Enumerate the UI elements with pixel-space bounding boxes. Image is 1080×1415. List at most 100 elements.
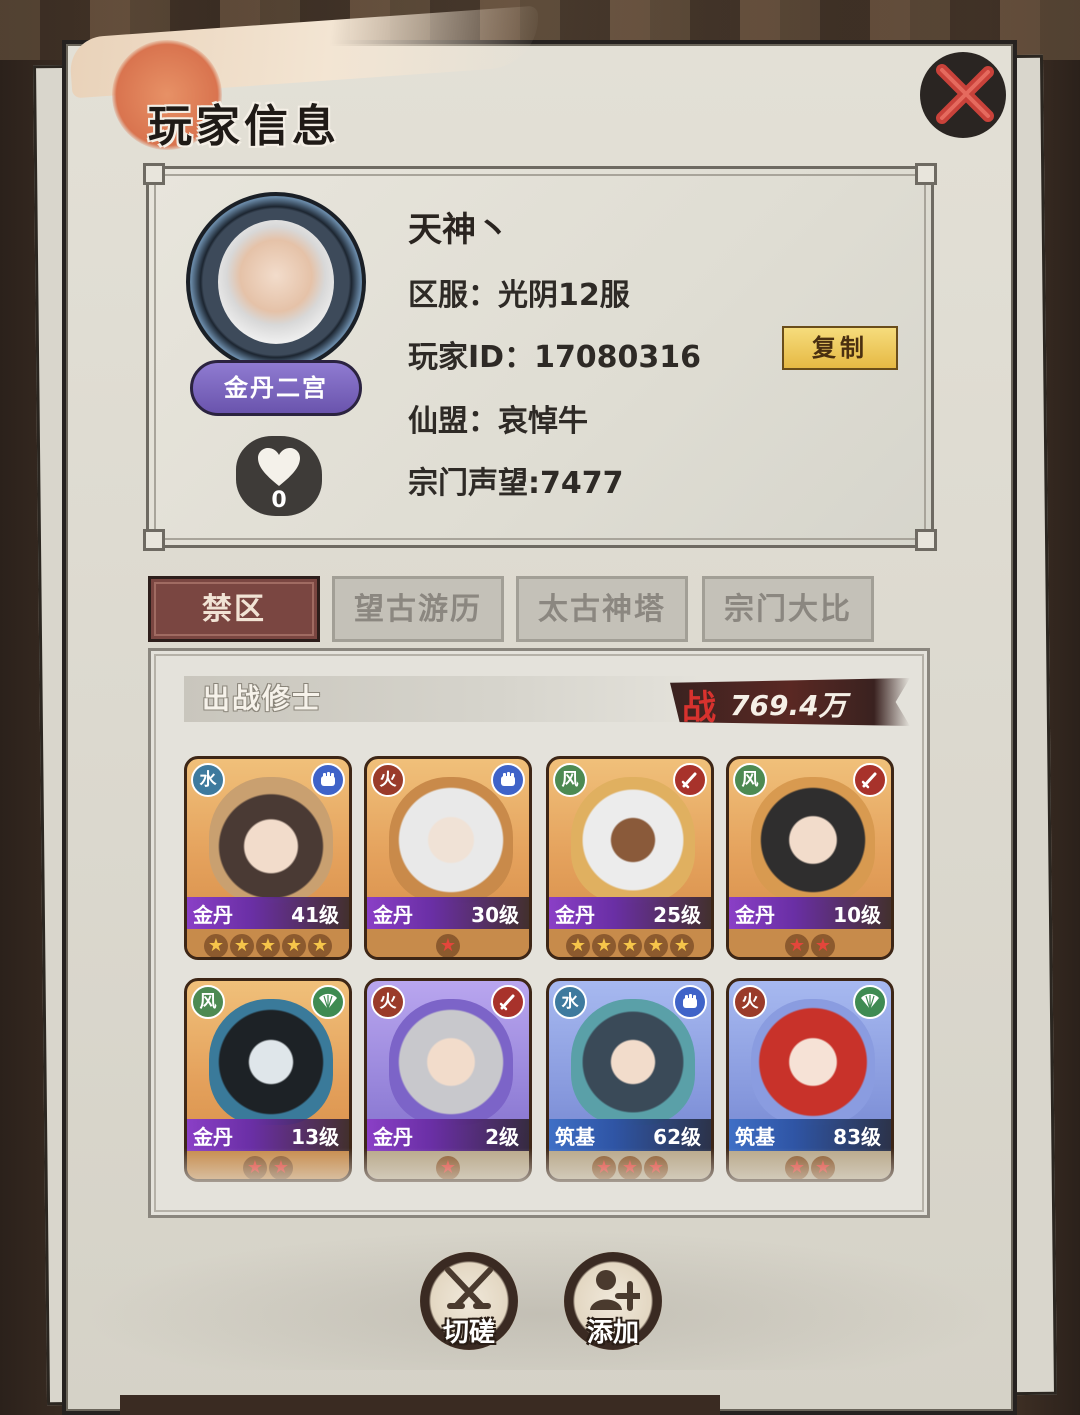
tab-sect-contest[interactable]: 宗门大比	[702, 576, 874, 642]
avatar-portrait	[218, 220, 334, 344]
hero-portrait	[389, 999, 513, 1125]
hero-stars	[549, 929, 711, 957]
add-friend-button[interactable]: 添加	[564, 1252, 662, 1350]
sect-reputation: 宗门声望:7477	[408, 466, 624, 501]
element-badge: 风	[553, 763, 587, 797]
star-icon	[592, 934, 616, 957]
hero-realm: 筑基	[555, 1125, 595, 1149]
close-icon	[936, 64, 994, 124]
sword-icon	[853, 763, 887, 797]
star-icon	[644, 934, 668, 957]
hero-info-bar: 筑基 62级	[549, 1119, 711, 1151]
star-icon	[618, 934, 642, 957]
hero-level: 83级	[833, 1125, 881, 1149]
combat-power-badge: 战 769.4万	[670, 678, 910, 726]
player-id: 玩家ID：17080316	[408, 340, 702, 375]
hero-card[interactable]: 火金丹 30级	[364, 756, 532, 960]
star-icon	[811, 934, 835, 957]
sword-icon	[673, 763, 707, 797]
hero-portrait	[571, 777, 695, 903]
star-icon	[785, 934, 809, 957]
hero-realm: 金丹	[373, 903, 413, 927]
tab-forbidden-zone[interactable]: 禁区	[148, 576, 320, 642]
rank-badge: 金丹二宫	[190, 360, 362, 416]
hero-portrait	[389, 777, 513, 903]
hero-level: 30级	[471, 903, 519, 927]
hero-realm: 金丹	[735, 903, 775, 927]
alliance-info: 仙盟：哀悼牛	[408, 404, 588, 439]
hero-level: 13级	[291, 1125, 339, 1149]
fist-icon	[673, 985, 707, 1019]
hero-info-bar: 金丹 41级	[187, 897, 349, 929]
ink-wash-decoration	[80, 1230, 1000, 1370]
avatar[interactable]	[186, 192, 366, 372]
hero-portrait	[209, 777, 333, 903]
hero-level: 25级	[653, 903, 701, 927]
element-badge: 水	[553, 985, 587, 1019]
hero-realm: 筑基	[735, 1125, 775, 1149]
hero-realm: 金丹	[193, 903, 233, 927]
hero-info-bar: 筑基 83级	[729, 1119, 891, 1151]
star-icon	[566, 934, 590, 957]
hero-level: 2级	[485, 1125, 519, 1149]
hero-card[interactable]: 风金丹 10级	[726, 756, 894, 960]
star-icon	[256, 934, 280, 957]
star-icon	[308, 934, 332, 957]
hero-level: 41级	[291, 903, 339, 927]
page-title: 玩家信息	[148, 101, 340, 152]
section-header: 出战修士	[184, 676, 704, 722]
star-icon	[282, 934, 306, 957]
hero-info-bar: 金丹 2级	[367, 1119, 529, 1151]
hero-realm: 金丹	[193, 1125, 233, 1149]
hero-card[interactable]: 风金丹 25级	[546, 756, 714, 960]
bottom-banner	[120, 1395, 720, 1415]
tab-ancient-tower[interactable]: 太古神塔	[516, 576, 688, 642]
panel-corner	[915, 163, 937, 185]
server-info: 区服：光阴12服	[408, 278, 630, 313]
hero-realm: 金丹	[555, 903, 595, 927]
sword-icon	[491, 985, 525, 1019]
hero-stars	[729, 929, 891, 957]
hero-level: 62级	[653, 1125, 701, 1149]
hero-info-bar: 金丹 10级	[729, 897, 891, 929]
hero-level: 10级	[833, 903, 881, 927]
panel-corner	[143, 163, 165, 185]
element-badge: 风	[191, 985, 225, 1019]
hero-realm: 金丹	[373, 1125, 413, 1149]
element-badge: 水	[191, 763, 225, 797]
hero-info-bar: 金丹 13级	[187, 1119, 349, 1151]
hero-stars	[367, 929, 529, 957]
hero-info-bar: 金丹 25级	[549, 897, 711, 929]
hero-stars	[187, 929, 349, 957]
panel-corner	[143, 529, 165, 551]
heart-icon	[258, 448, 300, 486]
combat-power-value: 769.4万	[730, 689, 847, 722]
element-badge: 火	[733, 985, 767, 1019]
element-badge: 风	[733, 763, 767, 797]
spar-button[interactable]: 切磋	[420, 1252, 518, 1350]
fan-icon	[853, 985, 887, 1019]
star-icon	[670, 934, 694, 957]
fist-icon	[491, 763, 525, 797]
tab-ancient-travel[interactable]: 望古游历	[332, 576, 504, 642]
star-icon	[436, 934, 460, 957]
hero-portrait	[751, 999, 875, 1125]
like-count: 0	[271, 488, 287, 513]
crossed-swords-icon	[445, 1267, 493, 1309]
spar-label: 切磋	[442, 1318, 495, 1348]
fan-icon	[311, 985, 345, 1019]
close-button[interactable]	[920, 52, 1006, 138]
hero-portrait	[751, 777, 875, 903]
element-badge: 火	[371, 985, 405, 1019]
like-button[interactable]: 0	[236, 436, 322, 516]
add-person-icon	[590, 1270, 640, 1311]
fist-icon	[311, 763, 345, 797]
scroll-fade	[170, 1148, 910, 1208]
add-label: 添加	[586, 1318, 639, 1348]
copy-id-button[interactable]: 复制	[782, 326, 898, 370]
element-badge: 火	[371, 763, 405, 797]
combat-power-label: 战	[682, 688, 716, 728]
hero-card[interactable]: 水金丹 41级	[184, 756, 352, 960]
star-icon	[204, 934, 228, 957]
player-name: 天神丶	[408, 210, 510, 250]
